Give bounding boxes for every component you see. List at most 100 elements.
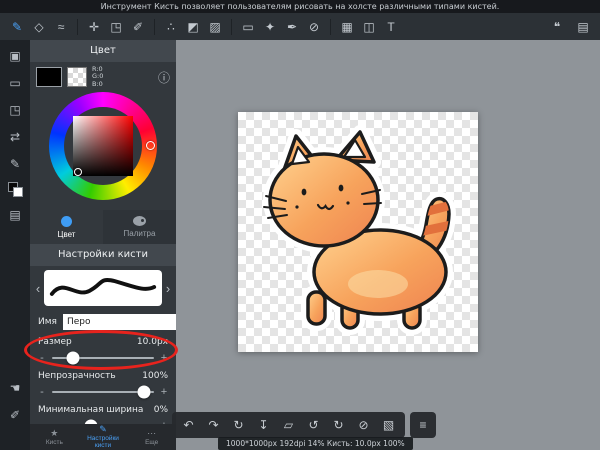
panel-bottom-tabs: ★ Кисть ✎ Настройки кисти ⋯ Еще — [30, 424, 176, 450]
brush-tool-button[interactable]: ✎ — [6, 16, 28, 38]
panels-icon[interactable]: ▤ — [5, 206, 25, 224]
brush-preview-row: ‹ › — [30, 266, 176, 310]
info-icon[interactable]: ⓘ — [158, 69, 170, 86]
foreground-background-swatch[interactable] — [8, 182, 23, 197]
grid-tool-button[interactable]: ▦ — [336, 16, 358, 38]
transparent-color-swatch[interactable] — [67, 67, 87, 87]
move-tool-button[interactable]: ✛ — [83, 16, 105, 38]
main-area: ▣ ▭ ◳ ⇄ ✎ ▤ ☚ ✐ Цвет R:0 G:0 B:0 ⓘ — [0, 40, 600, 450]
side-panel: Цвет R:0 G:0 B:0 ⓘ Цвет Палитра — [30, 40, 176, 450]
brush-stroke-preview — [44, 270, 162, 306]
paint-drops-tool-button[interactable]: ∴ — [160, 16, 182, 38]
brush-name-row: Имя — [30, 310, 176, 334]
select-rect-tool-button[interactable]: ▭ — [237, 16, 259, 38]
material-icon[interactable]: ▧ — [376, 412, 401, 438]
color-tabs: Цвет Палитра — [30, 210, 176, 244]
hue-knob[interactable] — [146, 141, 155, 150]
toolbar-separator — [330, 19, 331, 35]
rgb-readout: R:0 G:0 B:0 — [92, 66, 103, 89]
size-slider-track[interactable] — [52, 357, 154, 359]
save-export-icon[interactable]: ↧ — [251, 412, 276, 438]
size-label: Размер — [38, 336, 72, 349]
brush-stroke — [44, 270, 162, 306]
transform-pen-tool-button[interactable]: ✐ — [127, 16, 149, 38]
size-slider-row: Размер 10.0px - + — [30, 334, 176, 368]
size-plus-button[interactable]: + — [160, 352, 168, 364]
gradient-tool-button[interactable]: ▨ — [204, 16, 226, 38]
left-tool-strip: ▣ ▭ ◳ ⇄ ✎ ▤ ☚ ✐ — [0, 40, 30, 450]
rotate-cw-icon[interactable]: ↻ — [326, 412, 351, 438]
stylus-tool-icon[interactable]: ✐ — [5, 406, 25, 424]
text-tool-button[interactable]: T — [380, 16, 402, 38]
current-color-row: R:0 G:0 B:0 ⓘ — [30, 62, 176, 92]
drawing-canvas[interactable] — [238, 112, 478, 352]
canvas-bottom-toolbar: ↶ ↷ ↻ ↧ ▱ ↺ ↻ ⊘ ▧ ≡ — [172, 412, 436, 438]
pen-icon[interactable]: ✎ — [5, 155, 25, 173]
brush-name-label: Имя — [38, 317, 57, 327]
speech-bubble-icon[interactable]: ❝ — [546, 16, 568, 38]
size-minus-button[interactable]: - — [38, 352, 46, 364]
deselect-tool-button[interactable]: ⊘ — [303, 16, 325, 38]
opacity-slider-row: Непрозрачность 100% - + — [30, 368, 176, 402]
refresh-rotation-icon[interactable]: ↻ — [226, 412, 251, 438]
color-tab-label: Цвет — [58, 230, 76, 239]
prev-brush-button[interactable]: ‹ — [32, 281, 44, 296]
brush-settings-title: Настройки кисти — [30, 244, 176, 266]
canvas-area[interactable]: ↶ ↷ ↻ ↧ ▱ ↺ ↻ ⊘ ▧ ≡ 1000*1000px 192dpi 1… — [176, 40, 600, 450]
hamburger-menu-icon[interactable]: ≡ — [410, 412, 436, 438]
opacity-value: 100% — [142, 370, 168, 383]
undo-icon[interactable]: ↶ — [176, 412, 201, 438]
saturation-value-square[interactable] — [73, 116, 133, 176]
brush-icon: ✎ — [99, 425, 107, 434]
opacity-label: Непрозрачность — [38, 370, 116, 383]
fill-bucket-tool-button[interactable]: ◩ — [182, 16, 204, 38]
hand-tool-icon[interactable]: ☚ — [5, 379, 25, 397]
size-value: 10.0px — [137, 336, 168, 349]
redo-icon[interactable]: ↷ — [201, 412, 226, 438]
transform-icon[interactable]: ◳ — [5, 101, 25, 119]
tab-more[interactable]: ⋯ Еще — [127, 424, 176, 450]
star-icon: ★ — [50, 429, 58, 438]
palette-tab-label: Палитра — [124, 229, 156, 238]
tab-palette[interactable]: Палитра — [103, 210, 176, 244]
decor-brush-tool-button[interactable]: ≈ — [50, 16, 72, 38]
tab-brush-settings-label: Настройки кисти — [79, 435, 128, 449]
flip-icon[interactable]: ⇄ — [5, 128, 25, 146]
top-toolbar: ✎ ◇ ≈ ✛ ◳ ✐ ∴ ◩ ▨ ▭ ✦ ✒ ⊘ ▦ ◫ T ❝ ▤ — [0, 13, 600, 40]
canvas-new-icon[interactable]: ▣ — [5, 47, 25, 65]
select-pen-tool-button[interactable]: ✒ — [281, 16, 303, 38]
tab-brush[interactable]: ★ Кисть — [30, 424, 79, 450]
bottom-toolbar-group: ↶ ↷ ↻ ↧ ▱ ↺ ↻ ⊘ ▧ — [172, 412, 405, 438]
color-tab-icon — [61, 216, 72, 227]
perspective-icon[interactable]: ▱ — [276, 412, 301, 438]
current-color-swatch[interactable] — [36, 67, 62, 87]
tab-brush-settings[interactable]: ✎ Настройки кисти — [79, 424, 128, 450]
transform-select-tool-button[interactable]: ◳ — [105, 16, 127, 38]
opacity-minus-button[interactable]: - — [38, 386, 46, 398]
background-color — [13, 187, 23, 197]
next-brush-button[interactable]: › — [162, 281, 174, 296]
palette-icon — [133, 216, 146, 226]
sv-knob[interactable] — [74, 168, 82, 176]
rotate-off-icon[interactable]: ⊘ — [351, 412, 376, 438]
layers-panel-button[interactable]: ▤ — [572, 16, 594, 38]
min-width-label: Минимальная ширина — [38, 404, 143, 417]
tool-hint-bar: Инструмент Кисть позволяет пользователям… — [0, 0, 600, 13]
rotate-ccw-icon[interactable]: ↺ — [301, 412, 326, 438]
opacity-slider-track[interactable] — [52, 391, 154, 393]
tab-brush-label: Кисть — [46, 439, 63, 446]
cat-artwork — [238, 112, 478, 352]
magic-wand-tool-button[interactable]: ✦ — [259, 16, 281, 38]
tab-color[interactable]: Цвет — [30, 210, 103, 244]
brush-name-input[interactable] — [63, 314, 176, 330]
toolbar-separator — [154, 19, 155, 35]
eraser-tool-button[interactable]: ◇ — [28, 16, 50, 38]
snap-tool-button[interactable]: ◫ — [358, 16, 380, 38]
selection-icon[interactable]: ▭ — [5, 74, 25, 92]
more-dots-icon: ⋯ — [147, 429, 156, 438]
color-wheel[interactable] — [30, 92, 176, 210]
tab-more-label: Еще — [145, 439, 158, 446]
opacity-slider-knob[interactable] — [137, 386, 150, 399]
opacity-plus-button[interactable]: + — [160, 386, 168, 398]
size-slider-knob[interactable] — [67, 352, 80, 365]
